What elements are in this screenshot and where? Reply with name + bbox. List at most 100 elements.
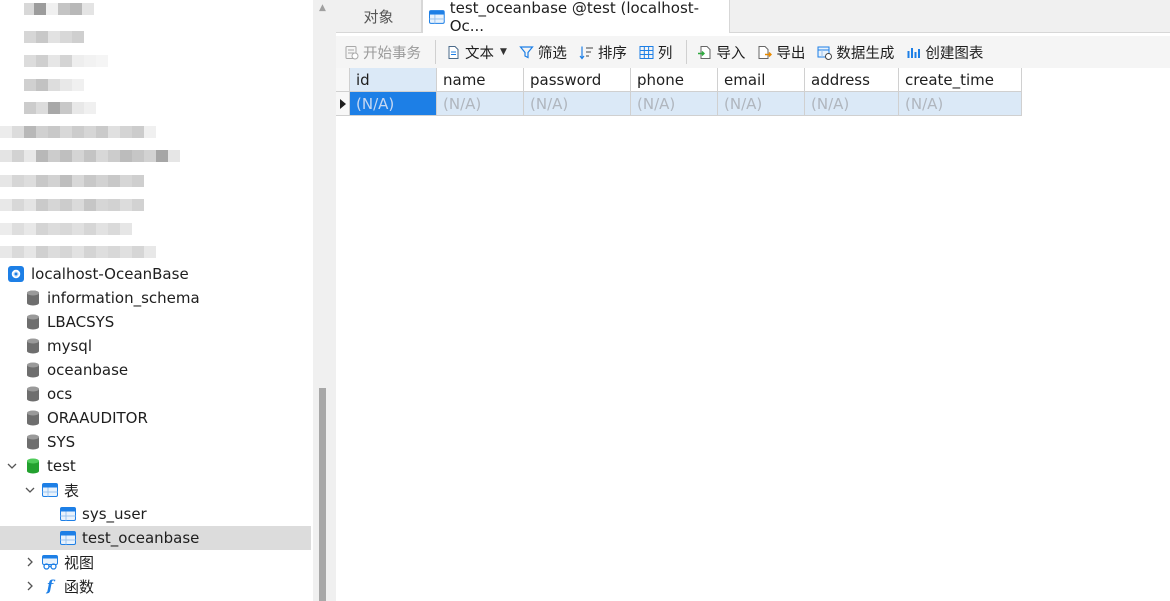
tree-node-functions[interactable]: f 函数 (0, 574, 311, 598)
tree-db-lbacsys[interactable]: LBACSYS (0, 310, 311, 334)
table-icon (429, 9, 445, 24)
table-cell[interactable]: (N/A) (524, 92, 631, 116)
table-row[interactable]: (N/A) (N/A) (N/A) (N/A) (N/A) (N/A) (N/A… (336, 92, 1022, 116)
scroll-up-arrow-icon[interactable]: ▲ (319, 3, 326, 13)
tree-db-sys[interactable]: SYS (0, 430, 311, 454)
tree-db-oceanbase[interactable]: oceanbase (0, 358, 311, 382)
table-cell[interactable]: (N/A) (437, 92, 524, 116)
current-row-arrow-icon (339, 98, 346, 109)
table-cell[interactable]: (N/A) (805, 92, 899, 116)
sort-button[interactable]: 排序 (575, 39, 631, 65)
tree-item-label: SYS (47, 433, 76, 451)
tree-item-label: 视图 (64, 553, 95, 572)
tab-test-oceanbase[interactable]: test_oceanbase @test (localhost-Oc... (422, 0, 730, 35)
database-icon (27, 290, 39, 306)
document-icon (448, 45, 459, 59)
table-cell[interactable]: (N/A) (350, 92, 437, 116)
database-icon (27, 386, 39, 402)
caret-down-icon[interactable]: ▼ (500, 47, 507, 57)
tree-db-oraauditor[interactable]: ORAAUDITOR (0, 406, 311, 430)
column-header-name[interactable]: name (437, 68, 524, 92)
tree-table-sys-user[interactable]: sys_user (0, 502, 311, 526)
tree-item-label: oceanbase (47, 361, 129, 379)
tree-item-label: 表 (64, 481, 80, 500)
main-panel: 对象 test_oceanbase @test (localhost-Oc...… (336, 0, 1170, 601)
export-button[interactable]: 导出 (753, 39, 809, 65)
column-header-phone[interactable]: phone (631, 68, 718, 92)
table-folder-icon (42, 483, 58, 497)
database-icon (27, 362, 39, 378)
tree-db-information-schema[interactable]: information_schema (0, 286, 311, 310)
tree-item-label: 函数 (64, 577, 95, 596)
navigation-tree: localhost-OceanBase information_schema L… (0, 0, 313, 601)
tree-item-label: mysql (47, 337, 92, 355)
chevron-right-icon[interactable] (22, 574, 38, 598)
table-icon (60, 507, 76, 521)
table-cell[interactable]: (N/A) (899, 92, 1022, 116)
database-icon (27, 458, 39, 474)
data-grid: id name password phone email address cre… (336, 68, 1022, 116)
tree-item-label: sys_user (82, 505, 147, 523)
obscured-region (0, 0, 313, 260)
tree-node-views[interactable]: 视图 (0, 550, 311, 574)
tree-item-label: ORAAUDITOR (47, 409, 148, 427)
tree-db-mysql[interactable]: mysql (0, 334, 311, 358)
scrollbar-thumb[interactable] (319, 388, 326, 601)
tree-item-label: information_schema (47, 289, 200, 307)
tree-node-tables[interactable]: 表 (0, 478, 311, 502)
import-button[interactable]: 导入 (693, 39, 749, 65)
database-icon (27, 410, 39, 426)
tree-connection-localhost-oceanbase[interactable]: localhost-OceanBase (0, 262, 311, 286)
tree-item-label: localhost-OceanBase (31, 265, 189, 283)
create-chart-button[interactable]: 创建图表 (902, 39, 987, 65)
function-icon: f (46, 577, 54, 595)
tree-item-label: test (47, 457, 76, 475)
database-icon (27, 338, 39, 354)
row-pointer[interactable] (336, 92, 350, 116)
transaction-icon (345, 45, 359, 59)
tab-objects[interactable]: 对象 (336, 0, 422, 32)
tree-item-label: test_oceanbase (82, 529, 200, 547)
column-header-password[interactable]: password (524, 68, 631, 92)
data-generation-button[interactable]: 数据生成 (813, 39, 898, 65)
column-header-email[interactable]: email (718, 68, 805, 92)
import-icon (698, 45, 711, 59)
chevron-down-icon[interactable] (22, 478, 38, 502)
sort-icon (579, 46, 593, 59)
tree-table-test-oceanbase[interactable]: test_oceanbase (0, 526, 311, 550)
export-icon (758, 45, 773, 59)
grid-header-row: id name password phone email address cre… (336, 68, 1022, 92)
tab-bar: 对象 test_oceanbase @test (localhost-Oc... (336, 0, 1170, 35)
tab-label: 对象 (363, 7, 394, 26)
toolbar: 开始事务 文本 ▼ 筛选 排序 列 导入 导出 数据生成 创建图表 (336, 36, 1170, 68)
column-header-create-time[interactable]: create_time (899, 68, 1022, 92)
tree-item-label: ocs (47, 385, 73, 403)
tree-item-label: LBACSYS (47, 313, 115, 331)
grid-columns-icon (639, 45, 654, 59)
chevron-down-icon[interactable] (0, 262, 8, 286)
text-view-button[interactable]: 文本 ▼ (442, 39, 511, 65)
data-generation-icon (817, 46, 833, 60)
table-cell[interactable]: (N/A) (718, 92, 805, 116)
row-header-corner (336, 68, 350, 92)
toolbar-divider (686, 40, 688, 64)
begin-transaction-button[interactable]: 开始事务 (340, 39, 425, 65)
chevron-down-icon[interactable] (0, 454, 24, 478)
tree-db-test[interactable]: test (0, 454, 311, 478)
chevron-right-icon[interactable] (22, 550, 38, 574)
table-icon (60, 531, 76, 545)
database-icon (27, 434, 39, 450)
sidebar-scrollbar[interactable]: ▲ (313, 0, 336, 601)
chart-icon (907, 47, 921, 58)
table-cell[interactable]: (N/A) (631, 92, 718, 116)
view-icon (42, 555, 58, 570)
columns-button[interactable]: 列 (635, 39, 677, 65)
database-icon (27, 314, 39, 330)
toolbar-divider (435, 40, 436, 64)
tab-label: test_oceanbase @test (localhost-Oc... (449, 0, 700, 35)
filter-button[interactable]: 筛选 (515, 39, 571, 65)
column-header-id[interactable]: id (350, 68, 437, 92)
connection-icon (8, 266, 24, 282)
tree-db-ocs[interactable]: ocs (0, 382, 311, 406)
column-header-address[interactable]: address (805, 68, 899, 92)
